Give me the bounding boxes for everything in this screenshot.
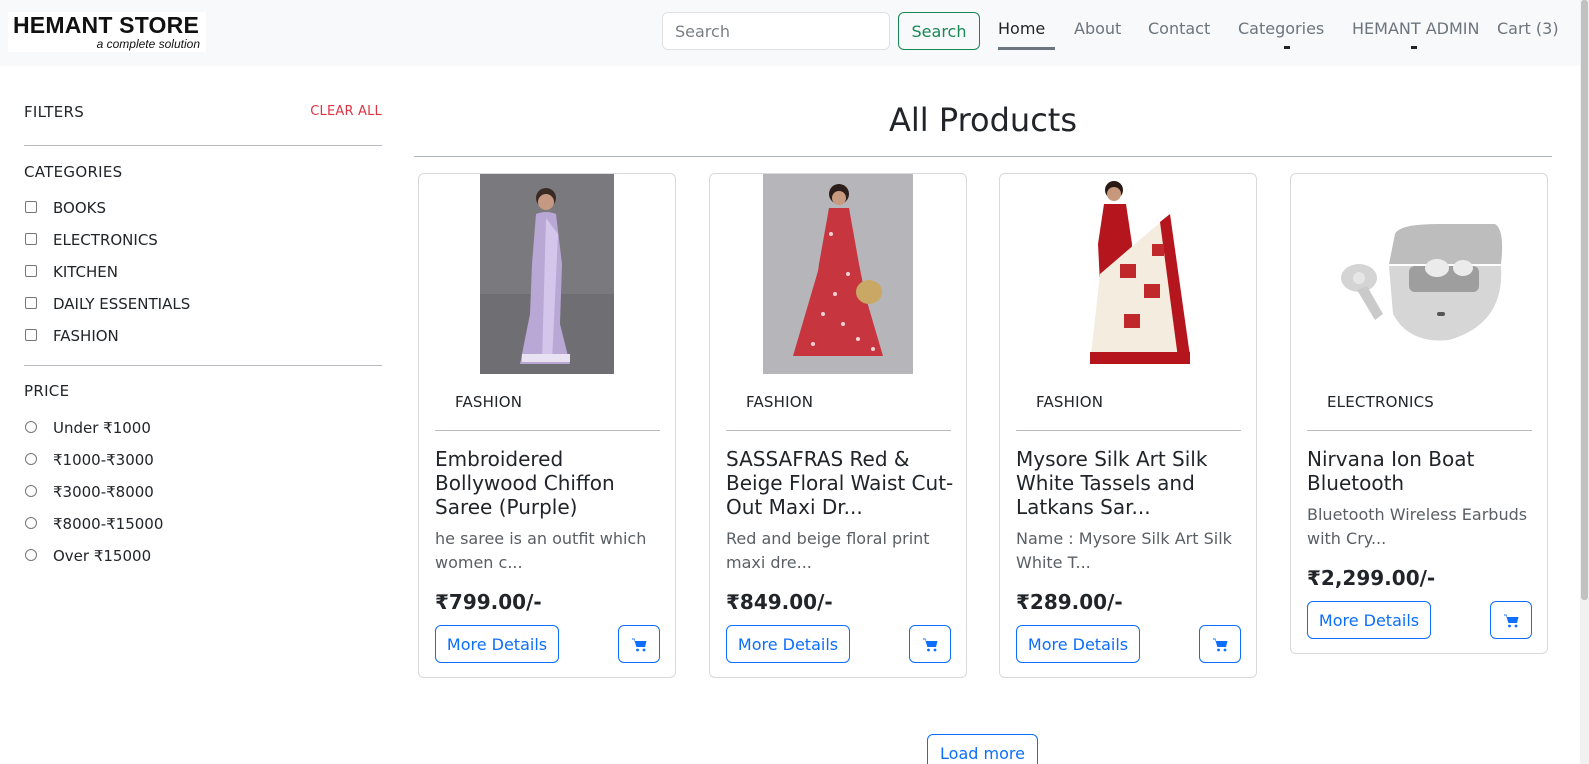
nav-about[interactable]: About: [1074, 19, 1121, 38]
cart-icon: [1213, 638, 1228, 652]
price-label: ₹3000-₹8000: [53, 483, 154, 501]
add-to-cart-button[interactable]: [909, 625, 951, 663]
price-option-under-1000[interactable]: Under ₹1000: [24, 419, 324, 439]
price-label: ₹1000-₹3000: [53, 451, 154, 469]
product-price: ₹2,299.00/-: [1307, 566, 1436, 590]
price-radio[interactable]: [25, 453, 37, 465]
brand-logo[interactable]: HEMANT STORE a complete solution: [8, 12, 206, 52]
category-option-electronics[interactable]: ELECTRONICS: [24, 231, 324, 251]
product-image[interactable]: [763, 174, 913, 374]
nav-contact[interactable]: Contact: [1148, 19, 1210, 38]
product-image[interactable]: [1060, 174, 1200, 374]
more-details-button[interactable]: More Details: [435, 625, 559, 663]
categories-caret-icon: [1284, 46, 1290, 49]
product-category: FASHION: [746, 393, 814, 411]
more-details-button[interactable]: More Details: [726, 625, 850, 663]
price-radio[interactable]: [25, 485, 37, 497]
brand-name: HEMANT STORE: [13, 12, 199, 38]
product-name[interactable]: Embroidered Bollywood Chiffon Saree (Pur…: [435, 447, 663, 519]
product-description: he saree is an outfit which women c...: [435, 529, 647, 572]
more-details-button[interactable]: More Details: [1016, 625, 1140, 663]
price-label: Under ₹1000: [53, 419, 151, 437]
category-label: KITCHEN: [53, 263, 118, 281]
nav-categories-dropdown[interactable]: Categories: [1238, 19, 1324, 38]
product-description: Red and beige floral print maxi dre...: [726, 529, 930, 572]
brand-tagline: a complete solution: [96, 37, 200, 51]
category-label: DAILY ESSENTIALS: [53, 295, 191, 313]
category-checkbox[interactable]: [25, 233, 37, 245]
clear-all-link[interactable]: CLEAR ALL: [310, 104, 382, 119]
product-category: FASHION: [455, 393, 523, 411]
price-option-3000-8000[interactable]: ₹3000-₹8000: [24, 483, 324, 503]
product-category: FASHION: [1036, 393, 1104, 411]
category-option-daily-essentials[interactable]: DAILY ESSENTIALS: [24, 295, 324, 315]
add-to-cart-button[interactable]: [618, 625, 660, 663]
product-image[interactable]: [1329, 174, 1509, 374]
category-option-kitchen[interactable]: KITCHEN: [24, 263, 324, 283]
cart-icon: [923, 638, 938, 652]
price-title: PRICE: [24, 382, 70, 400]
cart-icon: [632, 638, 647, 652]
active-nav-indicator: [998, 47, 1055, 50]
product-image[interactable]: [480, 174, 614, 374]
card-divider: [435, 430, 660, 431]
nav-cart[interactable]: Cart (3): [1497, 19, 1559, 38]
navbar: HEMANT STORE a complete solution Search …: [0, 0, 1580, 66]
cart-icon: [1504, 614, 1519, 628]
price-radio[interactable]: [25, 421, 37, 433]
category-checkbox[interactable]: [25, 265, 37, 277]
product-card: FASHION SASSAFRAS Red & Beige Floral Wai…: [709, 173, 967, 678]
add-to-cart-button[interactable]: [1199, 625, 1241, 663]
admin-caret-icon: [1411, 46, 1417, 49]
product-name[interactable]: Mysore Silk Art Silk White Tassels and L…: [1016, 447, 1244, 519]
title-divider: [414, 156, 1552, 157]
product-name[interactable]: SASSAFRAS Red & Beige Floral Waist Cut-O…: [726, 447, 954, 519]
product-category: ELECTRONICS: [1327, 393, 1435, 411]
product-price: ₹799.00/-: [435, 590, 542, 614]
category-label: BOOKS: [53, 199, 106, 217]
price-option-8000-15000[interactable]: ₹8000-₹15000: [24, 515, 324, 535]
price-label: ₹8000-₹15000: [53, 515, 164, 533]
product-price: ₹289.00/-: [1016, 590, 1123, 614]
product-card: ELECTRONICS Nirvana Ion Boat Bluetooth B…: [1290, 173, 1548, 654]
product-description: Name : Mysore Silk Art Silk White T...: [1016, 529, 1232, 572]
price-radio[interactable]: [25, 517, 37, 529]
load-more-button[interactable]: Load more: [927, 734, 1038, 764]
nav-home[interactable]: Home: [998, 19, 1045, 38]
product-name[interactable]: Nirvana Ion Boat Bluetooth: [1307, 447, 1535, 495]
categories-divider: [24, 365, 382, 366]
category-checkbox[interactable]: [25, 201, 37, 213]
product-price: ₹849.00/-: [726, 590, 833, 614]
card-divider: [1016, 430, 1241, 431]
categories-title: CATEGORIES: [24, 163, 123, 181]
price-option-1000-3000[interactable]: ₹1000-₹3000: [24, 451, 324, 471]
card-divider: [726, 430, 951, 431]
price-label: Over ₹15000: [53, 547, 152, 565]
product-card: FASHION Embroidered Bollywood Chiffon Sa…: [418, 173, 676, 678]
product-card: FASHION Mysore Silk Art Silk White Tasse…: [999, 173, 1257, 678]
price-radio[interactable]: [25, 549, 37, 561]
category-checkbox[interactable]: [25, 297, 37, 309]
search-button[interactable]: Search: [898, 12, 980, 50]
category-label: FASHION: [53, 327, 119, 345]
category-label: ELECTRONICS: [53, 231, 158, 249]
category-option-books[interactable]: BOOKS: [24, 199, 324, 219]
category-checkbox[interactable]: [25, 329, 37, 341]
scrollbar-thumb[interactable]: [1581, 0, 1588, 600]
filters-divider: [24, 145, 382, 146]
search-input[interactable]: [662, 12, 890, 50]
more-details-button[interactable]: More Details: [1307, 601, 1431, 639]
category-option-fashion[interactable]: FASHION: [24, 327, 324, 347]
nav-admin-dropdown[interactable]: HEMANT ADMIN: [1352, 19, 1479, 38]
product-description: Bluetooth Wireless Earbuds with Cry...: [1307, 505, 1528, 548]
add-to-cart-button[interactable]: [1490, 601, 1532, 639]
card-divider: [1307, 430, 1532, 431]
page-title: All Products: [888, 101, 1077, 139]
page-scrollbar[interactable]: [1580, 0, 1589, 764]
price-option-over-15000[interactable]: Over ₹15000: [24, 547, 324, 567]
filters-title: FILTERS: [24, 103, 85, 121]
